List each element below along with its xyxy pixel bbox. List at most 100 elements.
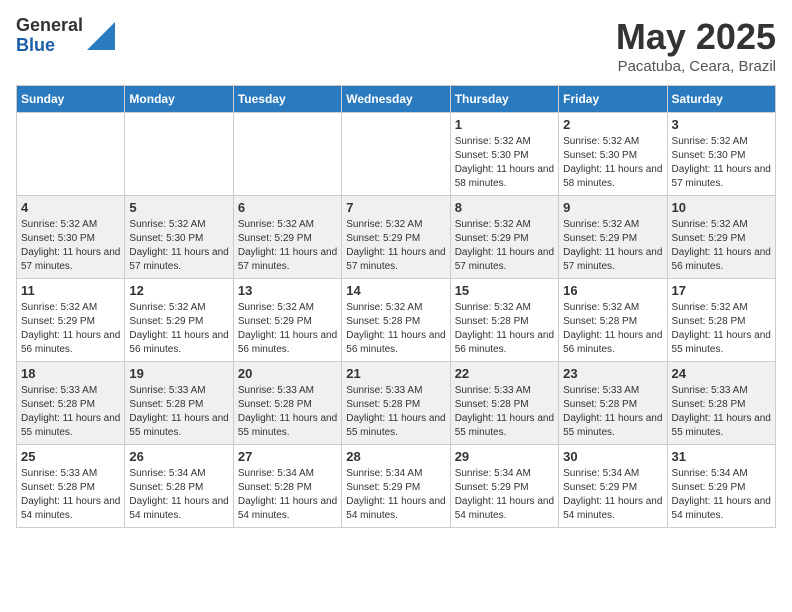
day-info: Sunrise: 5:32 AMSunset: 5:28 PMDaylight:… (346, 301, 445, 357)
day-number: 29 (455, 449, 554, 464)
day-number: 26 (129, 449, 228, 464)
calendar-cell: 25 Sunrise: 5:33 AMSunset: 5:28 PMDayligh… (17, 445, 125, 528)
day-number: 16 (563, 283, 662, 298)
day-info: Sunrise: 5:33 AMSunset: 5:28 PMDaylight:… (238, 384, 337, 440)
weekday-header-monday: Monday (125, 86, 233, 113)
day-number: 2 (563, 117, 662, 132)
day-number: 19 (129, 366, 228, 381)
calendar-cell: 28 Sunrise: 5:34 AMSunset: 5:29 PMDayligh… (342, 445, 450, 528)
calendar-cell: 22 Sunrise: 5:33 AMSunset: 5:28 PMDayligh… (450, 362, 558, 445)
day-info: Sunrise: 5:32 AMSunset: 5:30 PMDaylight:… (21, 218, 120, 274)
week-row-5: 25 Sunrise: 5:33 AMSunset: 5:28 PMDayligh… (17, 445, 776, 528)
calendar-cell: 9Sunrise: 5:32 AMSunset: 5:29 PMDaylight… (559, 196, 667, 279)
day-number: 25 (21, 449, 120, 464)
calendar-cell: 20Sunrise: 5:33 AMSunset: 5:28 PMDayligh… (233, 362, 341, 445)
calendar-cell: 27 Sunrise: 5:34 AMSunset: 5:28 PMDayligh… (233, 445, 341, 528)
calendar-cell: 30 Sunrise: 5:34 AMSunset: 5:29 PMDayligh… (559, 445, 667, 528)
day-info: Sunrise: 5:34 AMSunset: 5:29 PMDaylight:… (455, 467, 554, 523)
day-info: Sunrise: 5:32 AMSunset: 5:29 PMDaylight:… (238, 218, 337, 274)
calendar-cell: 14 Sunrise: 5:32 AMSunset: 5:28 PMDayligh… (342, 279, 450, 362)
day-info: Sunrise: 5:33 AMSunset: 5:28 PMDaylight:… (455, 384, 554, 440)
day-number: 5 (129, 200, 228, 215)
day-number: 7 (346, 200, 445, 215)
day-number: 3 (672, 117, 771, 132)
weekday-header-row: SundayMondayTuesdayWednesdayThursdayFrid… (17, 86, 776, 113)
day-number: 24 (672, 366, 771, 381)
month-title: May 2025 (616, 16, 776, 58)
calendar-cell: 11 Sunrise: 5:32 AMSunset: 5:29 PMDayligh… (17, 279, 125, 362)
calendar-cell (342, 113, 450, 196)
day-number: 28 (346, 449, 445, 464)
day-info: Sunrise: 5:32 AMSunset: 5:29 PMDaylight:… (21, 301, 120, 357)
day-info: Sunrise: 5:33 AMSunset: 5:28 PMDaylight:… (129, 384, 228, 440)
weekday-header-tuesday: Tuesday (233, 86, 341, 113)
calendar-cell: 16 Sunrise: 5:32 AMSunset: 5:28 PMDayligh… (559, 279, 667, 362)
day-number: 1 (455, 117, 554, 132)
day-info: Sunrise: 5:33 AMSunset: 5:28 PMDaylight:… (21, 467, 120, 523)
day-number: 31 (672, 449, 771, 464)
day-info: Sunrise: 5:32 AMSunset: 5:30 PMDaylight:… (129, 218, 228, 274)
calendar-cell: 17Sunrise: 5:32 AMSunset: 5:28 PMDayligh… (667, 279, 775, 362)
calendar-cell: 4 Sunrise: 5:32 AMSunset: 5:30 PMDaylight… (17, 196, 125, 279)
calendar-cell: 5 Sunrise: 5:32 AMSunset: 5:30 PMDaylight… (125, 196, 233, 279)
logo-general: General (16, 16, 83, 36)
logo-icon (87, 22, 115, 50)
day-info: Sunrise: 5:33 AMSunset: 5:28 PMDaylight:… (563, 384, 662, 440)
calendar-cell: 12Sunrise: 5:32 AMSunset: 5:29 PMDayligh… (125, 279, 233, 362)
calendar-cell (17, 113, 125, 196)
calendar-cell: 1 Sunrise: 5:32 AMSunset: 5:30 PMDaylight… (450, 113, 558, 196)
day-info: Sunrise: 5:32 AMSunset: 5:30 PMDaylight:… (563, 135, 662, 191)
weekday-header-wednesday: Wednesday (342, 86, 450, 113)
day-number: 6 (238, 200, 337, 215)
day-number: 14 (346, 283, 445, 298)
day-info: Sunrise: 5:32 AMSunset: 5:28 PMDaylight:… (672, 301, 771, 357)
calendar-cell: 13Sunrise: 5:32 AMSunset: 5:29 PMDayligh… (233, 279, 341, 362)
day-info: Sunrise: 5:33 AMSunset: 5:28 PMDaylight:… (672, 384, 771, 440)
day-number: 22 (455, 366, 554, 381)
day-info: Sunrise: 5:32 AMSunset: 5:28 PMDaylight:… (563, 301, 662, 357)
week-row-1: 1 Sunrise: 5:32 AMSunset: 5:30 PMDaylight… (17, 113, 776, 196)
day-info: Sunrise: 5:32 AMSunset: 5:30 PMDaylight:… (455, 135, 554, 191)
calendar-cell: 19 Sunrise: 5:33 AMSunset: 5:28 PMDayligh… (125, 362, 233, 445)
calendar: SundayMondayTuesdayWednesdayThursdayFrid… (16, 85, 776, 528)
calendar-cell: 2 Sunrise: 5:32 AMSunset: 5:30 PMDaylight… (559, 113, 667, 196)
calendar-cell: 8Sunrise: 5:32 AMSunset: 5:29 PMDaylight… (450, 196, 558, 279)
day-info: Sunrise: 5:32 AMSunset: 5:29 PMDaylight:… (346, 218, 445, 274)
day-info: Sunrise: 5:32 AMSunset: 5:30 PMDaylight:… (672, 135, 771, 191)
calendar-cell: 10 Sunrise: 5:32 AMSunset: 5:29 PMDayligh… (667, 196, 775, 279)
day-number: 10 (672, 200, 771, 215)
day-number: 13 (238, 283, 337, 298)
calendar-cell: 23 Sunrise: 5:33 AMSunset: 5:28 PMDayligh… (559, 362, 667, 445)
day-info: Sunrise: 5:32 AMSunset: 5:28 PMDaylight:… (455, 301, 554, 357)
day-number: 9 (563, 200, 662, 215)
calendar-cell: 7 Sunrise: 5:32 AMSunset: 5:29 PMDaylight… (342, 196, 450, 279)
weekday-header-saturday: Saturday (667, 86, 775, 113)
day-info: Sunrise: 5:33 AMSunset: 5:28 PMDaylight:… (21, 384, 120, 440)
day-info: Sunrise: 5:34 AMSunset: 5:29 PMDaylight:… (563, 467, 662, 523)
day-info: Sunrise: 5:34 AMSunset: 5:28 PMDaylight:… (238, 467, 337, 523)
day-number: 18 (21, 366, 120, 381)
calendar-cell: 26 Sunrise: 5:34 AMSunset: 5:28 PMDayligh… (125, 445, 233, 528)
day-info: Sunrise: 5:34 AMSunset: 5:28 PMDaylight:… (129, 467, 228, 523)
logo: General Blue (16, 16, 115, 56)
day-info: Sunrise: 5:34 AMSunset: 5:29 PMDaylight:… (346, 467, 445, 523)
day-number: 8 (455, 200, 554, 215)
calendar-cell: 21 Sunrise: 5:33 AMSunset: 5:28 PMDayligh… (342, 362, 450, 445)
calendar-cell: 6 Sunrise: 5:32 AMSunset: 5:29 PMDaylight… (233, 196, 341, 279)
calendar-cell: 15 Sunrise: 5:32 AMSunset: 5:28 PMDayligh… (450, 279, 558, 362)
day-number: 23 (563, 366, 662, 381)
day-number: 21 (346, 366, 445, 381)
day-info: Sunrise: 5:32 AMSunset: 5:29 PMDaylight:… (672, 218, 771, 274)
calendar-cell: 3 Sunrise: 5:32 AMSunset: 5:30 PMDaylight… (667, 113, 775, 196)
calendar-cell: 18 Sunrise: 5:33 AMSunset: 5:28 PMDayligh… (17, 362, 125, 445)
calendar-cell (233, 113, 341, 196)
day-number: 30 (563, 449, 662, 464)
day-info: Sunrise: 5:33 AMSunset: 5:28 PMDaylight:… (346, 384, 445, 440)
calendar-cell: 24 Sunrise: 5:33 AMSunset: 5:28 PMDayligh… (667, 362, 775, 445)
day-number: 11 (21, 283, 120, 298)
day-number: 4 (21, 200, 120, 215)
day-number: 15 (455, 283, 554, 298)
week-row-2: 4 Sunrise: 5:32 AMSunset: 5:30 PMDaylight… (17, 196, 776, 279)
page-header: General Blue May 2025 Pacatuba, Ceara, B… (16, 16, 776, 75)
day-number: 27 (238, 449, 337, 464)
